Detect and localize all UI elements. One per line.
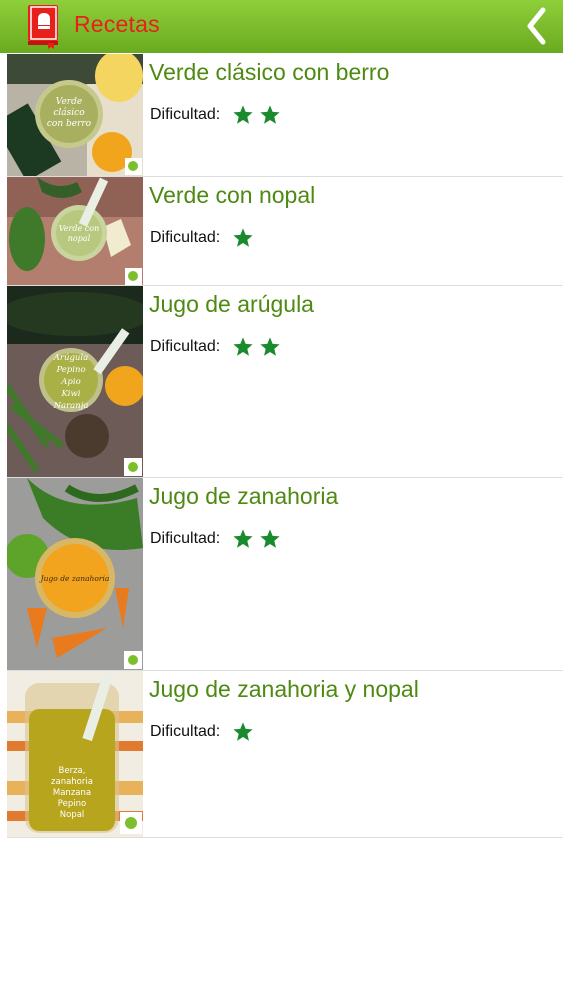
difficulty: Dificultad: [150,227,259,249]
recipe-thumbnail: Verde clásico con berro [7,54,143,176]
difficulty-stars [232,336,286,358]
recipe-title: Verde con nopal [149,182,316,208]
difficulty: Dificultad: [150,528,286,550]
recipe-thumbnail: Jugo de zanahoria [7,478,143,670]
recipe-thumbnail: Verde con nopal [7,177,143,285]
star-icon [233,105,253,124]
recipe-title: Verde clásico con berro [149,59,390,85]
difficulty-label: Dificultad: [150,106,221,123]
difficulty: Dificultad: [150,721,259,743]
recipe-row[interactable]: Arúgula Pepino Apio Kiwi Naranja Jugo de arú… [7,286,563,478]
recipe-book-icon [28,5,58,49]
back-chevron-icon[interactable] [523,6,549,46]
star-icon [260,529,280,548]
recipe-row[interactable]: Verde con nopal Verde con nopal Dificulta… [7,177,563,286]
star-icon [260,105,280,124]
difficulty: Dificultad: [150,104,286,126]
difficulty-label: Dificultad: [150,723,221,740]
recipe-title: Jugo de zanahoria y nopal [149,676,419,702]
page-title: Recetas [74,11,160,37]
star-icon [233,529,253,548]
star-icon [260,337,280,356]
star-icon [233,228,253,247]
recipe-row[interactable]: Jugo de zanahoria Jugo de zanahoria Difi… [7,478,563,671]
difficulty-stars [232,721,259,743]
difficulty-label: Dificultad: [150,229,221,246]
recipe-row[interactable]: Verde clásico con berro Verde clásico con … [7,54,563,177]
difficulty-stars [232,227,259,249]
difficulty: Dificultad: [150,336,286,358]
top-bar: Recetas [0,0,563,53]
svg-text:Jugo de zanahoria: Jugo de zanahoria [39,574,110,583]
difficulty-stars [232,528,286,550]
recipe-list: Verde clásico con berro Verde clásico con … [7,54,563,838]
recipe-row[interactable]: Berza, zanahoria Manzana Pepino Nopal Jugo d… [7,671,563,838]
recipe-title: Jugo de arúgula [149,291,314,317]
recipe-title: Jugo de zanahoria [149,483,339,509]
recipe-thumbnail: Berza, zanahoria Manzana Pepino Nopal [7,671,143,837]
difficulty-label: Dificultad: [150,530,221,547]
recipe-thumbnail: Arúgula Pepino Apio Kiwi Naranja [7,286,143,477]
star-icon [233,337,253,356]
difficulty-stars [232,104,286,126]
star-icon [233,722,253,741]
difficulty-label: Dificultad: [150,338,221,355]
